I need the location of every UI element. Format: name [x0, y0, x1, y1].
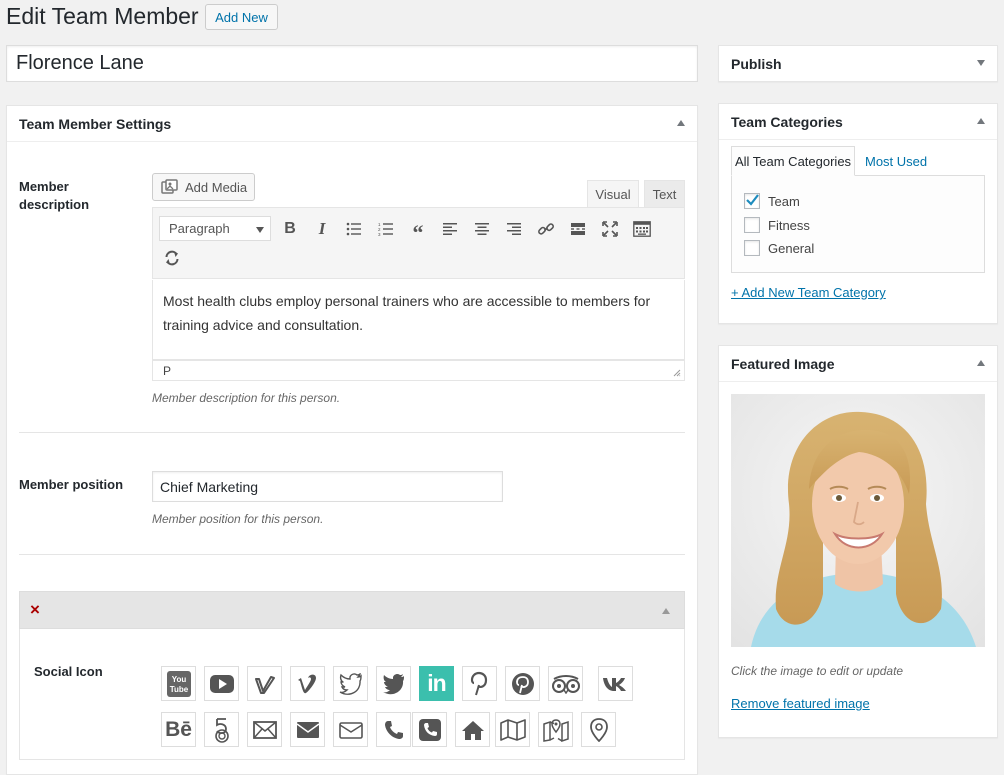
tab-visual[interactable]: Visual [587, 180, 639, 208]
remove-featured-image-link[interactable]: Remove featured image [731, 696, 870, 711]
featured-image-help: Click the image to edit or update [731, 664, 904, 678]
redo-refresh-icon[interactable] [159, 245, 185, 271]
phone-icon[interactable] [376, 712, 411, 747]
collapse-icon[interactable] [977, 360, 985, 366]
svg-text:3: 3 [378, 232, 381, 236]
category-label: Team [768, 193, 800, 209]
twitter-icon[interactable] [376, 666, 411, 701]
map-marker-square-icon[interactable] [538, 712, 573, 747]
expand-icon[interactable] [977, 60, 985, 66]
element-path[interactable]: P [163, 364, 171, 378]
member-position-label: Member position [19, 477, 124, 492]
tripadvisor-icon[interactable] [548, 666, 583, 701]
add-media-label: Add Media [185, 179, 248, 195]
category-label: General [768, 240, 815, 256]
align-center-icon[interactable] [469, 216, 495, 242]
vimeo-icon[interactable] [290, 666, 325, 701]
envelope-icon[interactable] [290, 712, 325, 747]
category-checklist: Team Fitness General [731, 175, 985, 273]
tab-all-categories[interactable]: All Team Categories [731, 146, 855, 176]
add-new-button[interactable]: Add New [205, 4, 278, 30]
page-title: Edit Team Member [6, 3, 199, 29]
featured-image-title: Featured Image [731, 355, 835, 372]
pinterest-icon[interactable] [462, 666, 497, 701]
chevron-down-icon [256, 227, 264, 233]
linkedin-icon[interactable]: in [419, 666, 454, 701]
post-title-input[interactable]: Florence Lane [6, 45, 698, 82]
social-icon-label: Social Icon [34, 664, 103, 679]
map-pin-icon[interactable] [581, 712, 616, 747]
checkbox[interactable] [744, 193, 760, 209]
member-position-help: Member position for this person. [152, 512, 324, 526]
team-categories-title: Team Categories [731, 113, 843, 130]
youtube-square-icon[interactable]: You Tube [161, 666, 196, 701]
align-left-icon[interactable] [437, 216, 463, 242]
tab-text[interactable]: Text [644, 180, 685, 208]
envelope-outline-icon[interactable] [247, 712, 282, 747]
tab-most-used[interactable]: Most Used [865, 146, 927, 176]
member-position-input[interactable]: Chief Marketing [152, 471, 503, 502]
featured-image-photo [731, 394, 985, 647]
category-item-team[interactable]: Team [744, 193, 800, 209]
settings-box-header[interactable]: Team Member Settings [7, 106, 697, 142]
fullscreen-icon[interactable] [597, 216, 623, 242]
envelope-open-icon[interactable] [333, 712, 368, 747]
italic-icon[interactable]: I [309, 216, 335, 242]
close-icon[interactable]: × [30, 600, 40, 620]
publish-box-header[interactable]: Publish [719, 46, 997, 81]
collapse-icon[interactable] [662, 608, 670, 614]
map-icon[interactable] [495, 712, 530, 747]
category-item-general[interactable]: General [744, 240, 814, 256]
svg-text:Tube: Tube [169, 685, 188, 694]
twitter-outline-icon[interactable] [333, 666, 368, 701]
featured-image-header[interactable]: Featured Image [719, 346, 997, 382]
phone-square-icon[interactable] [412, 712, 447, 747]
member-description-label: Member description [19, 179, 90, 212]
youtube-icon[interactable] [204, 666, 239, 701]
checkbox[interactable] [744, 240, 760, 256]
collapse-icon[interactable] [677, 120, 685, 126]
category-item-fitness[interactable]: Fitness [744, 217, 810, 233]
bold-icon[interactable]: B [277, 216, 303, 242]
behance-icon[interactable]: Bē [161, 712, 196, 747]
editor-content[interactable]: Most health clubs employ personal traine… [152, 280, 685, 360]
toolbar-toggle-icon[interactable] [629, 216, 655, 242]
add-media-button[interactable]: Add Media [152, 173, 255, 201]
resize-handle-icon[interactable] [673, 369, 681, 377]
home-icon[interactable] [455, 712, 490, 747]
publish-box: Publish [718, 45, 998, 82]
vimeo-square-icon[interactable] [247, 666, 282, 701]
settings-box-title: Team Member Settings [19, 115, 172, 132]
500px-icon[interactable] [204, 712, 239, 747]
numbered-list-icon[interactable]: 123 [373, 216, 399, 242]
vk-icon[interactable] [598, 666, 633, 701]
divider [19, 432, 685, 433]
media-icon [161, 179, 178, 194]
bullet-list-icon[interactable] [341, 216, 367, 242]
add-new-category-link[interactable]: + Add New Team Category [731, 285, 886, 300]
checkbox[interactable] [744, 217, 760, 233]
format-select-value: Paragraph [169, 221, 230, 236]
pinterest-circle-icon[interactable] [505, 666, 540, 701]
divider [19, 554, 685, 555]
social-item-header[interactable]: × [19, 591, 685, 629]
featured-image[interactable] [731, 394, 985, 647]
read-more-icon[interactable] [565, 216, 591, 242]
collapse-icon[interactable] [977, 118, 985, 124]
category-tabs: All Team Categories Most Used [731, 146, 985, 176]
category-label: Fitness [768, 217, 810, 233]
editor-statusbar: P [152, 360, 685, 381]
team-categories-header[interactable]: Team Categories [719, 104, 997, 140]
publish-box-title: Publish [731, 55, 782, 72]
align-right-icon[interactable] [501, 216, 527, 242]
member-description-help: Member description for this person. [152, 391, 341, 405]
svg-text:You: You [171, 675, 186, 684]
format-select[interactable]: Paragraph [159, 216, 271, 241]
blockquote-icon[interactable]: “ [405, 216, 431, 245]
check-icon [746, 194, 759, 206]
link-icon[interactable] [533, 216, 559, 242]
editor-toolbar: Paragraph B I 123 “ [152, 207, 685, 279]
